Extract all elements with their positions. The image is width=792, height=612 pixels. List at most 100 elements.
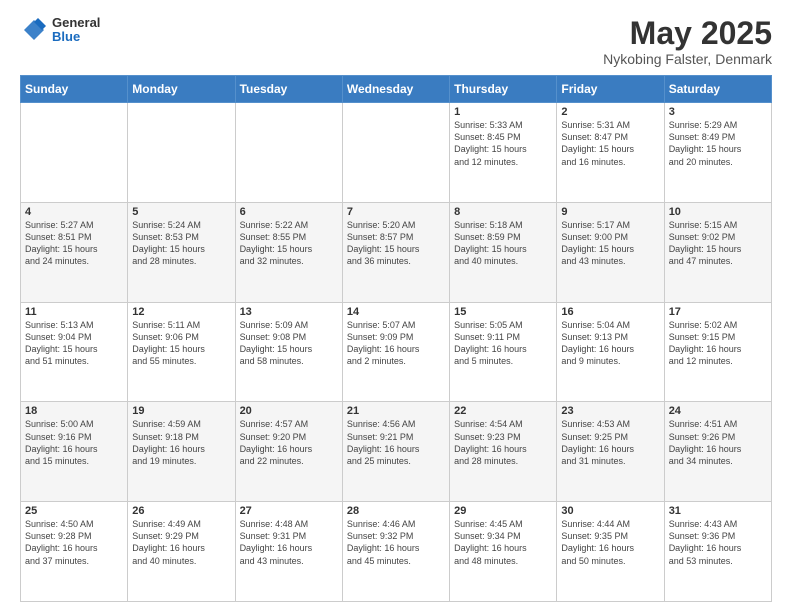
cell-w3-d1: 11Sunrise: 5:13 AM Sunset: 9:04 PM Dayli… [21, 302, 128, 402]
cell-w5-d2: 26Sunrise: 4:49 AM Sunset: 9:29 PM Dayli… [128, 502, 235, 602]
day-info: Sunrise: 4:59 AM Sunset: 9:18 PM Dayligh… [132, 418, 230, 467]
day-number: 29 [454, 505, 552, 517]
week-row-5: 25Sunrise: 4:50 AM Sunset: 9:28 PM Dayli… [21, 502, 772, 602]
day-info: Sunrise: 5:11 AM Sunset: 9:06 PM Dayligh… [132, 319, 230, 368]
cell-w4-d6: 23Sunrise: 4:53 AM Sunset: 9:25 PM Dayli… [557, 402, 664, 502]
header-row: Sunday Monday Tuesday Wednesday Thursday… [21, 76, 772, 103]
day-number: 3 [669, 106, 767, 118]
day-info: Sunrise: 4:45 AM Sunset: 9:34 PM Dayligh… [454, 518, 552, 567]
day-info: Sunrise: 5:33 AM Sunset: 8:45 PM Dayligh… [454, 119, 552, 168]
day-number: 5 [132, 206, 230, 218]
cell-w3-d4: 14Sunrise: 5:07 AM Sunset: 9:09 PM Dayli… [342, 302, 449, 402]
day-info: Sunrise: 5:29 AM Sunset: 8:49 PM Dayligh… [669, 119, 767, 168]
day-info: Sunrise: 5:05 AM Sunset: 9:11 PM Dayligh… [454, 319, 552, 368]
day-info: Sunrise: 5:27 AM Sunset: 8:51 PM Dayligh… [25, 219, 123, 268]
col-tuesday: Tuesday [235, 76, 342, 103]
day-info: Sunrise: 4:57 AM Sunset: 9:20 PM Dayligh… [240, 418, 338, 467]
day-info: Sunrise: 5:02 AM Sunset: 9:15 PM Dayligh… [669, 319, 767, 368]
title-section: May 2025 Nykobing Falster, Denmark [603, 16, 772, 67]
cell-w1-d7: 3Sunrise: 5:29 AM Sunset: 8:49 PM Daylig… [664, 103, 771, 203]
cell-w2-d7: 10Sunrise: 5:15 AM Sunset: 9:02 PM Dayli… [664, 202, 771, 302]
day-info: Sunrise: 5:07 AM Sunset: 9:09 PM Dayligh… [347, 319, 445, 368]
day-number: 13 [240, 306, 338, 318]
logo-blue-label: Blue [52, 30, 100, 44]
cell-w1-d3 [235, 103, 342, 203]
day-number: 17 [669, 306, 767, 318]
day-info: Sunrise: 5:17 AM Sunset: 9:00 PM Dayligh… [561, 219, 659, 268]
day-number: 20 [240, 405, 338, 417]
day-info: Sunrise: 4:49 AM Sunset: 9:29 PM Dayligh… [132, 518, 230, 567]
day-number: 2 [561, 106, 659, 118]
cell-w4-d4: 21Sunrise: 4:56 AM Sunset: 9:21 PM Dayli… [342, 402, 449, 502]
day-number: 24 [669, 405, 767, 417]
day-number: 7 [347, 206, 445, 218]
cell-w3-d6: 16Sunrise: 5:04 AM Sunset: 9:13 PM Dayli… [557, 302, 664, 402]
day-number: 10 [669, 206, 767, 218]
main-title: May 2025 [603, 16, 772, 51]
cell-w4-d2: 19Sunrise: 4:59 AM Sunset: 9:18 PM Dayli… [128, 402, 235, 502]
day-number: 14 [347, 306, 445, 318]
day-number: 27 [240, 505, 338, 517]
cell-w4-d7: 24Sunrise: 4:51 AM Sunset: 9:26 PM Dayli… [664, 402, 771, 502]
cell-w5-d6: 30Sunrise: 4:44 AM Sunset: 9:35 PM Dayli… [557, 502, 664, 602]
cell-w1-d4 [342, 103, 449, 203]
day-number: 25 [25, 505, 123, 517]
cell-w3-d7: 17Sunrise: 5:02 AM Sunset: 9:15 PM Dayli… [664, 302, 771, 402]
cell-w5-d1: 25Sunrise: 4:50 AM Sunset: 9:28 PM Dayli… [21, 502, 128, 602]
cell-w5-d7: 31Sunrise: 4:43 AM Sunset: 9:36 PM Dayli… [664, 502, 771, 602]
day-info: Sunrise: 4:51 AM Sunset: 9:26 PM Dayligh… [669, 418, 767, 467]
day-number: 26 [132, 505, 230, 517]
cell-w2-d1: 4Sunrise: 5:27 AM Sunset: 8:51 PM Daylig… [21, 202, 128, 302]
logo-icon [20, 16, 48, 44]
cell-w3-d2: 12Sunrise: 5:11 AM Sunset: 9:06 PM Dayli… [128, 302, 235, 402]
col-thursday: Thursday [450, 76, 557, 103]
day-info: Sunrise: 4:50 AM Sunset: 9:28 PM Dayligh… [25, 518, 123, 567]
cell-w1-d1 [21, 103, 128, 203]
day-info: Sunrise: 4:53 AM Sunset: 9:25 PM Dayligh… [561, 418, 659, 467]
cell-w4-d5: 22Sunrise: 4:54 AM Sunset: 9:23 PM Dayli… [450, 402, 557, 502]
top-section: General Blue May 2025 Nykobing Falster, … [20, 16, 772, 67]
day-number: 1 [454, 106, 552, 118]
col-friday: Friday [557, 76, 664, 103]
cell-w3-d5: 15Sunrise: 5:05 AM Sunset: 9:11 PM Dayli… [450, 302, 557, 402]
day-number: 21 [347, 405, 445, 417]
day-info: Sunrise: 5:04 AM Sunset: 9:13 PM Dayligh… [561, 319, 659, 368]
cell-w5-d5: 29Sunrise: 4:45 AM Sunset: 9:34 PM Dayli… [450, 502, 557, 602]
cell-w3-d3: 13Sunrise: 5:09 AM Sunset: 9:08 PM Dayli… [235, 302, 342, 402]
col-monday: Monday [128, 76, 235, 103]
cell-w1-d2 [128, 103, 235, 203]
day-info: Sunrise: 5:31 AM Sunset: 8:47 PM Dayligh… [561, 119, 659, 168]
cell-w2-d3: 6Sunrise: 5:22 AM Sunset: 8:55 PM Daylig… [235, 202, 342, 302]
day-info: Sunrise: 5:22 AM Sunset: 8:55 PM Dayligh… [240, 219, 338, 268]
day-info: Sunrise: 5:13 AM Sunset: 9:04 PM Dayligh… [25, 319, 123, 368]
cell-w1-d5: 1Sunrise: 5:33 AM Sunset: 8:45 PM Daylig… [450, 103, 557, 203]
day-info: Sunrise: 5:18 AM Sunset: 8:59 PM Dayligh… [454, 219, 552, 268]
cell-w1-d6: 2Sunrise: 5:31 AM Sunset: 8:47 PM Daylig… [557, 103, 664, 203]
cell-w2-d6: 9Sunrise: 5:17 AM Sunset: 9:00 PM Daylig… [557, 202, 664, 302]
col-sunday: Sunday [21, 76, 128, 103]
week-row-2: 4Sunrise: 5:27 AM Sunset: 8:51 PM Daylig… [21, 202, 772, 302]
day-number: 31 [669, 505, 767, 517]
calendar-table: Sunday Monday Tuesday Wednesday Thursday… [20, 75, 772, 602]
day-info: Sunrise: 5:20 AM Sunset: 8:57 PM Dayligh… [347, 219, 445, 268]
day-number: 15 [454, 306, 552, 318]
day-info: Sunrise: 4:56 AM Sunset: 9:21 PM Dayligh… [347, 418, 445, 467]
day-number: 18 [25, 405, 123, 417]
week-row-4: 18Sunrise: 5:00 AM Sunset: 9:16 PM Dayli… [21, 402, 772, 502]
cell-w2-d5: 8Sunrise: 5:18 AM Sunset: 8:59 PM Daylig… [450, 202, 557, 302]
day-number: 30 [561, 505, 659, 517]
day-info: Sunrise: 4:48 AM Sunset: 9:31 PM Dayligh… [240, 518, 338, 567]
cell-w2-d4: 7Sunrise: 5:20 AM Sunset: 8:57 PM Daylig… [342, 202, 449, 302]
logo-general-label: General [52, 16, 100, 30]
logo-text: General Blue [52, 16, 100, 45]
day-number: 28 [347, 505, 445, 517]
day-number: 16 [561, 306, 659, 318]
day-number: 6 [240, 206, 338, 218]
subtitle: Nykobing Falster, Denmark [603, 51, 772, 67]
cell-w2-d2: 5Sunrise: 5:24 AM Sunset: 8:53 PM Daylig… [128, 202, 235, 302]
day-number: 4 [25, 206, 123, 218]
page: General Blue May 2025 Nykobing Falster, … [0, 0, 792, 612]
cell-w5-d3: 27Sunrise: 4:48 AM Sunset: 9:31 PM Dayli… [235, 502, 342, 602]
day-info: Sunrise: 4:44 AM Sunset: 9:35 PM Dayligh… [561, 518, 659, 567]
day-number: 12 [132, 306, 230, 318]
